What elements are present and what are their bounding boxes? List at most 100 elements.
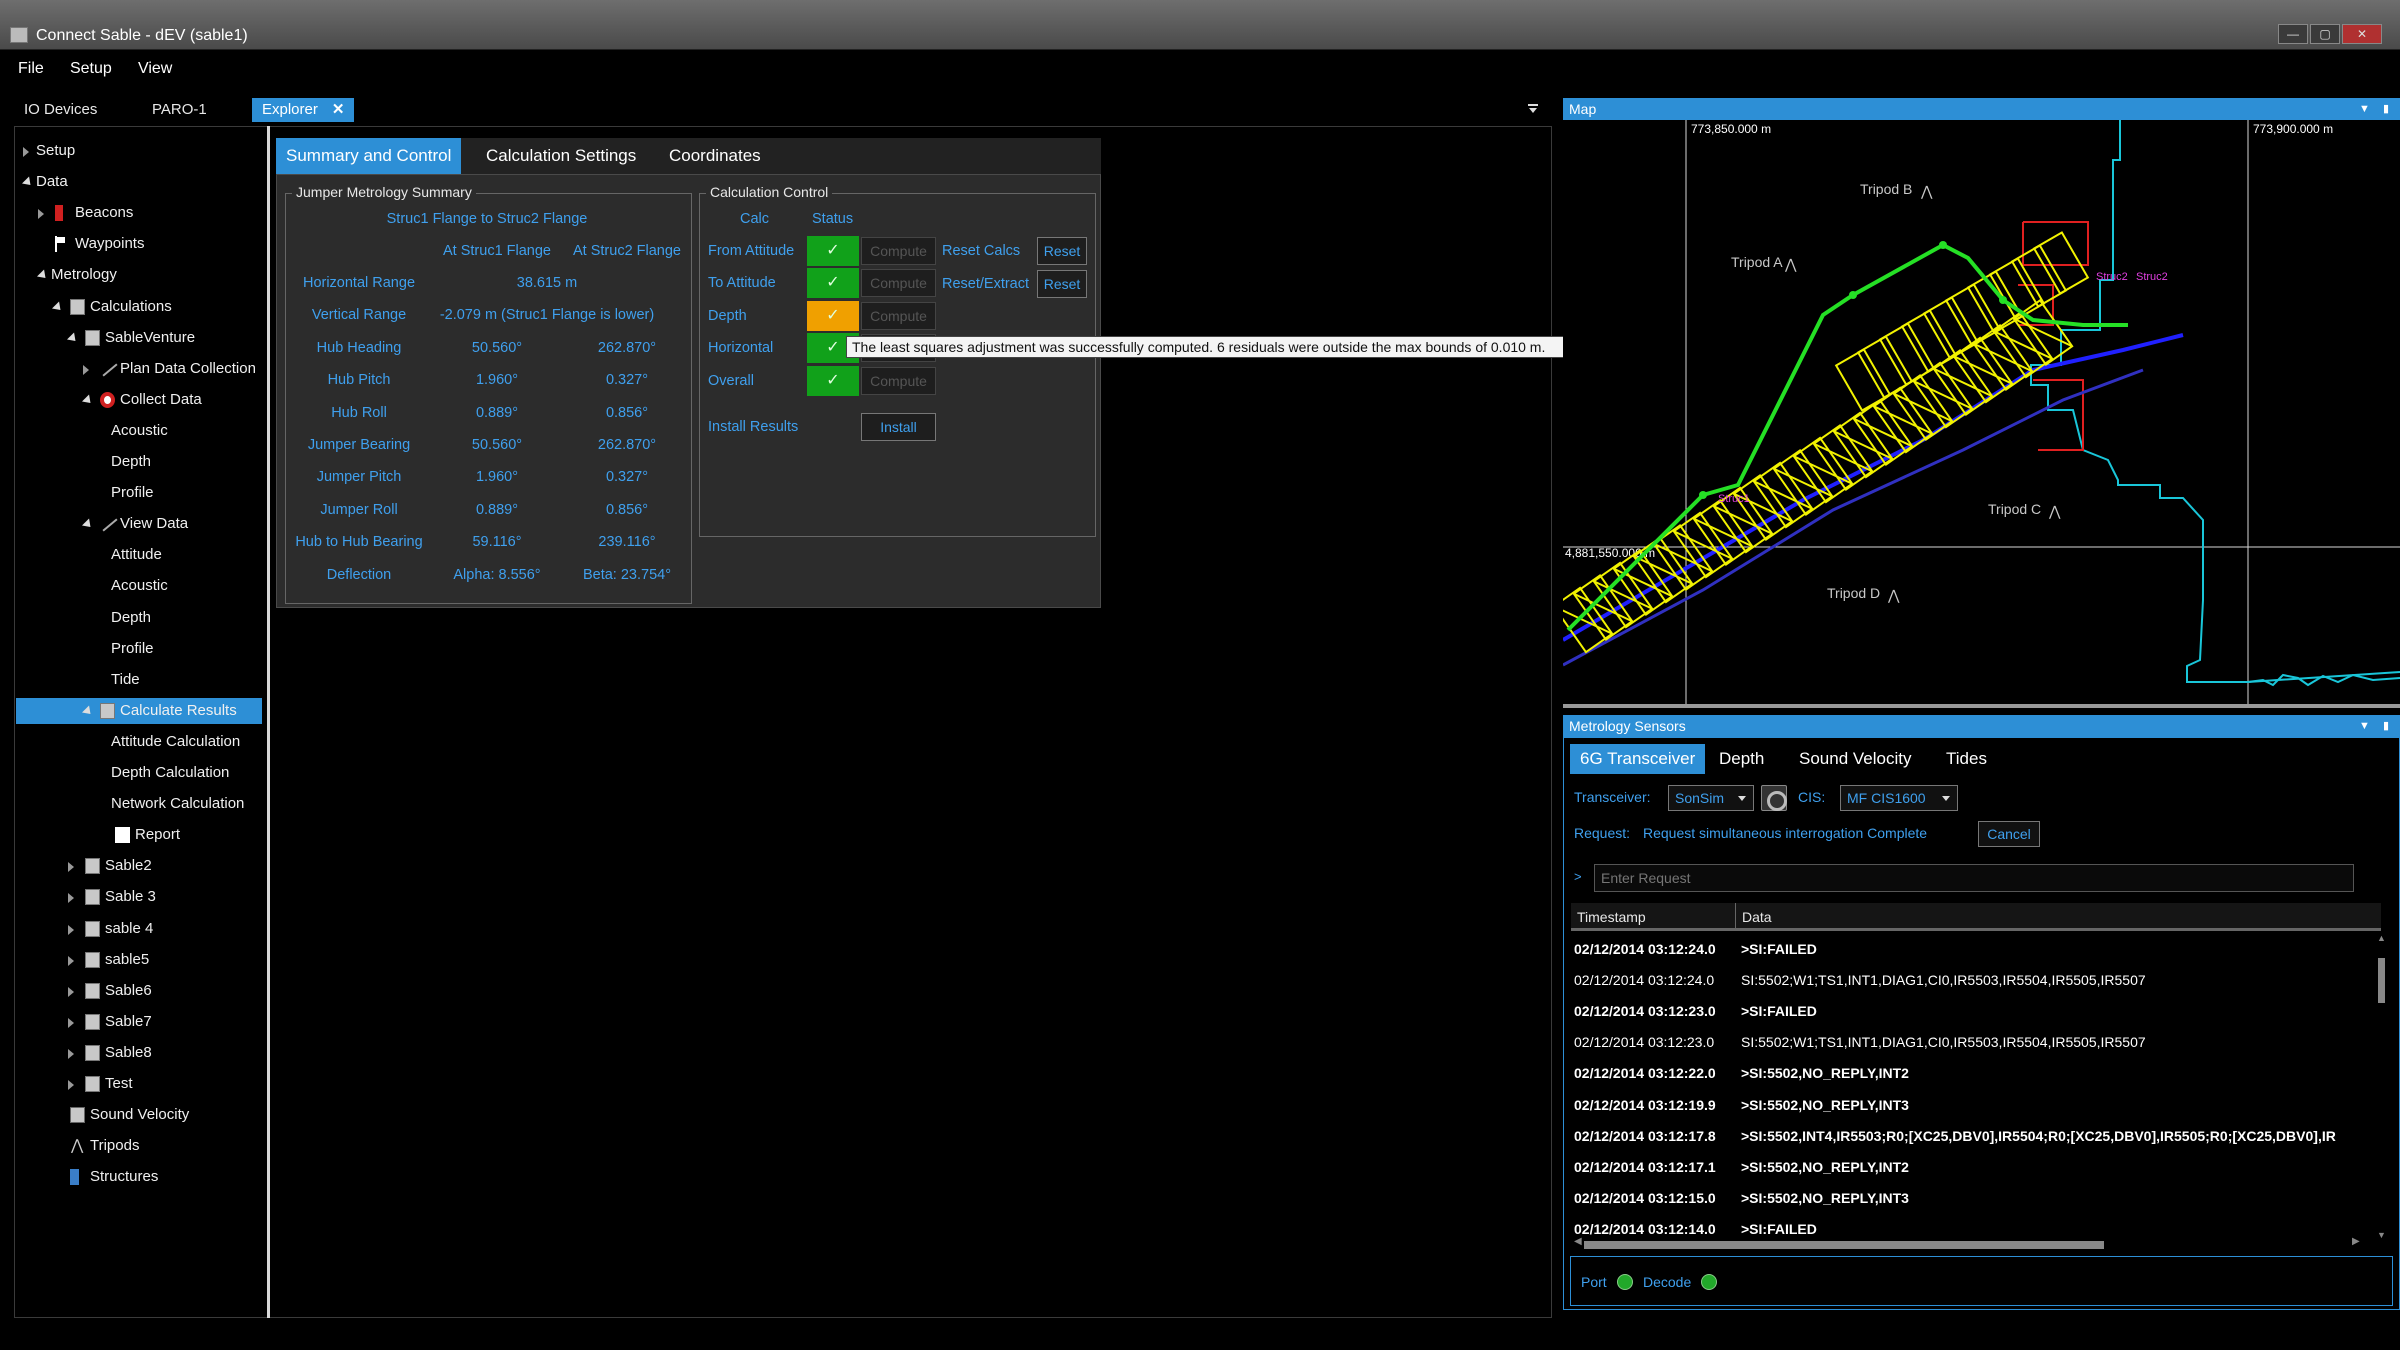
reset-extract-button[interactable]: Reset	[1037, 270, 1087, 298]
collapse-arrow-icon[interactable]	[68, 1080, 74, 1090]
tab-sound-velocity[interactable]: Sound Velocity	[1789, 744, 1921, 774]
menu-setup[interactable]: Setup	[70, 56, 112, 82]
map-canvas[interactable]: 773,850.000 m 773,900.000 m 4,881,550.00…	[1563, 120, 2400, 704]
tree-node-cd-profile[interactable]: Profile	[16, 480, 262, 506]
compute-button[interactable]: Compute	[861, 366, 936, 395]
tree-node-vd-profile[interactable]: Profile	[16, 636, 262, 662]
map-splitter[interactable]	[1563, 704, 2400, 708]
cis-select[interactable]: MF CIS1600	[1840, 785, 1958, 811]
tree-node-calculate-results[interactable]: Calculate Results	[16, 697, 262, 724]
tree-node-plan-data-collection[interactable]: Plan Data Collection	[16, 356, 262, 382]
log-row[interactable]: 02/12/2014 03:12:23.0 >SI:FAILED	[1571, 996, 2391, 1027]
compute-button[interactable]: Compute	[861, 237, 936, 265]
tab-depth[interactable]: Depth	[1709, 744, 1774, 774]
tree-splitter[interactable]	[267, 126, 270, 1318]
scroll-down-icon[interactable]: ▼	[2377, 1230, 2386, 1240]
tree-node-vd-acoustic[interactable]: Acoustic	[16, 573, 262, 599]
tree-node-view-data[interactable]: View Data	[16, 511, 262, 537]
minimize-button[interactable]: —	[2278, 24, 2308, 44]
tree-node-tripods[interactable]: Tripods	[16, 1133, 262, 1159]
compute-button[interactable]: Compute	[861, 269, 936, 298]
panel-dropdown-icon[interactable]: ▼	[2359, 98, 2370, 120]
tree-node-network-calculation[interactable]: Network Calculation	[16, 791, 262, 817]
expand-arrow-icon[interactable]	[51, 300, 65, 314]
tree-node-report[interactable]: Report	[16, 822, 262, 848]
tab-paro-1[interactable]: PARO-1	[142, 98, 217, 122]
collapse-arrow-icon[interactable]	[68, 986, 74, 997]
menu-view[interactable]: View	[138, 56, 172, 82]
tree-node-sable7[interactable]: Sable7	[16, 1009, 262, 1035]
tree-node-sable6[interactable]: Sable6	[16, 978, 262, 1004]
tree-node-sable5[interactable]: sable5	[16, 947, 262, 973]
expand-arrow-icon[interactable]	[81, 518, 95, 531]
tree-node-collect-data[interactable]: Collect Data	[16, 387, 262, 413]
tree-node-cd-depth[interactable]: Depth	[16, 449, 262, 475]
map-view[interactable]: 773,850.000 m 773,900.000 m 4,881,550.00…	[1563, 120, 2400, 704]
tree-node-vd-depth[interactable]: Depth	[16, 605, 262, 631]
tab-menu-icon[interactable]	[1528, 104, 1538, 114]
expand-arrow-icon[interactable]	[66, 332, 80, 345]
col-timestamp[interactable]: Timestamp	[1571, 903, 1736, 931]
transceiver-select[interactable]: SonSim	[1668, 785, 1754, 811]
scroll-left-icon[interactable]: ◀	[1574, 1236, 1582, 1247]
log-row[interactable]: 02/12/2014 03:12:15.0 >SI:5502,NO_REPLY,I…	[1571, 1183, 2391, 1214]
tab-6g-transceiver[interactable]: 6G Transceiver	[1570, 744, 1706, 774]
menu-file[interactable]: File	[18, 56, 44, 82]
tree-node-sable4[interactable]: sable 4	[16, 916, 262, 942]
log-row[interactable]: 02/12/2014 03:12:24.0 SI:5502;W1;TS1,INT1…	[1571, 965, 2391, 996]
tab-coordinates[interactable]: Coordinates	[659, 138, 771, 174]
tree-node-vd-tide[interactable]: Tide	[16, 667, 262, 693]
expand-arrow-icon[interactable]	[21, 176, 35, 189]
scroll-up-icon[interactable]: ▲	[2377, 933, 2386, 943]
log-row[interactable]: 02/12/2014 03:12:17.8 >SI:5502,INT4,IR550…	[1571, 1121, 2391, 1152]
close-window-button[interactable]: ✕	[2342, 24, 2382, 44]
col-data[interactable]: Data	[1736, 903, 2376, 931]
tree-node-sable3[interactable]: Sable 3	[16, 884, 262, 910]
collapse-arrow-icon[interactable]	[83, 364, 89, 375]
collapse-arrow-icon[interactable]	[68, 955, 74, 966]
log-horizontal-scrollbar[interactable]: ◀ ▶	[1574, 1236, 2364, 1250]
collapse-arrow-icon[interactable]	[68, 1048, 74, 1059]
log-row[interactable]: 02/12/2014 03:12:22.0 >SI:5502,NO_REPLY,I…	[1571, 1058, 2391, 1089]
scroll-thumb[interactable]	[2378, 958, 2385, 1003]
tab-calculation-settings[interactable]: Calculation Settings	[476, 138, 646, 174]
reset-calcs-button[interactable]: Reset	[1037, 237, 1087, 265]
pin-icon[interactable]: ▮	[2383, 715, 2389, 737]
tree-node-depth-calculation[interactable]: Depth Calculation	[16, 760, 262, 786]
collapse-arrow-icon[interactable]	[68, 1017, 74, 1028]
tab-io-devices[interactable]: IO Devices	[14, 98, 107, 122]
tree-node-data[interactable]: Data	[16, 169, 262, 195]
tree-node-calculations[interactable]: Calculations	[16, 294, 262, 320]
tree-node-structures[interactable]: Structures	[16, 1164, 262, 1190]
expand-arrow-icon[interactable]	[81, 705, 95, 718]
pin-icon[interactable]: ▮	[2383, 98, 2389, 120]
expand-arrow-icon[interactable]	[81, 394, 95, 407]
compute-button[interactable]: Compute	[861, 301, 936, 330]
log-row[interactable]: 02/12/2014 03:12:17.1 >SI:5502,NO_REPLY,I…	[1571, 1152, 2391, 1183]
close-tab-icon[interactable]: ✕	[332, 101, 345, 118]
log-row[interactable]: 02/12/2014 03:12:23.0 SI:5502;W1;TS1,INT1…	[1571, 1027, 2391, 1058]
tree-node-waypoints[interactable]: Waypoints	[16, 231, 262, 257]
tree-node-sound-velocity[interactable]: Sound Velocity	[16, 1102, 262, 1128]
maximize-button[interactable]: ▢	[2310, 24, 2340, 44]
collapse-arrow-icon[interactable]	[68, 862, 74, 873]
request-input[interactable]	[1594, 864, 2354, 892]
panel-dropdown-icon[interactable]: ▼	[2359, 715, 2370, 737]
tree-node-setup[interactable]: Setup	[16, 138, 262, 164]
tree-node-metrology[interactable]: Metrology	[16, 262, 262, 288]
log-vertical-scrollbar[interactable]: ▲ ▼	[2376, 933, 2386, 1243]
collapse-arrow-icon[interactable]	[23, 147, 29, 157]
cancel-button[interactable]: Cancel	[1978, 821, 2040, 847]
install-button[interactable]: Install	[861, 413, 936, 441]
collapse-arrow-icon[interactable]	[68, 924, 74, 935]
tab-summary-and-control[interactable]: Summary and Control	[276, 138, 462, 174]
scroll-right-icon[interactable]: ▶	[2352, 1236, 2360, 1247]
scroll-thumb[interactable]	[1584, 1241, 2104, 1249]
tree-node-cd-acoustic[interactable]: Acoustic	[16, 418, 262, 444]
log-row[interactable]: 02/12/2014 03:12:19.9 >SI:5502,NO_REPLY,I…	[1571, 1090, 2391, 1121]
transceiver-settings-icon[interactable]	[1761, 785, 1787, 811]
log-row[interactable]: 02/12/2014 03:12:24.0 >SI:FAILED	[1571, 934, 2391, 965]
tree-node-beacons[interactable]: Beacons	[16, 200, 262, 226]
tree-node-attitude-calculation[interactable]: Attitude Calculation	[16, 729, 262, 755]
tree-node-sableventure[interactable]: SableVenture	[16, 325, 262, 351]
